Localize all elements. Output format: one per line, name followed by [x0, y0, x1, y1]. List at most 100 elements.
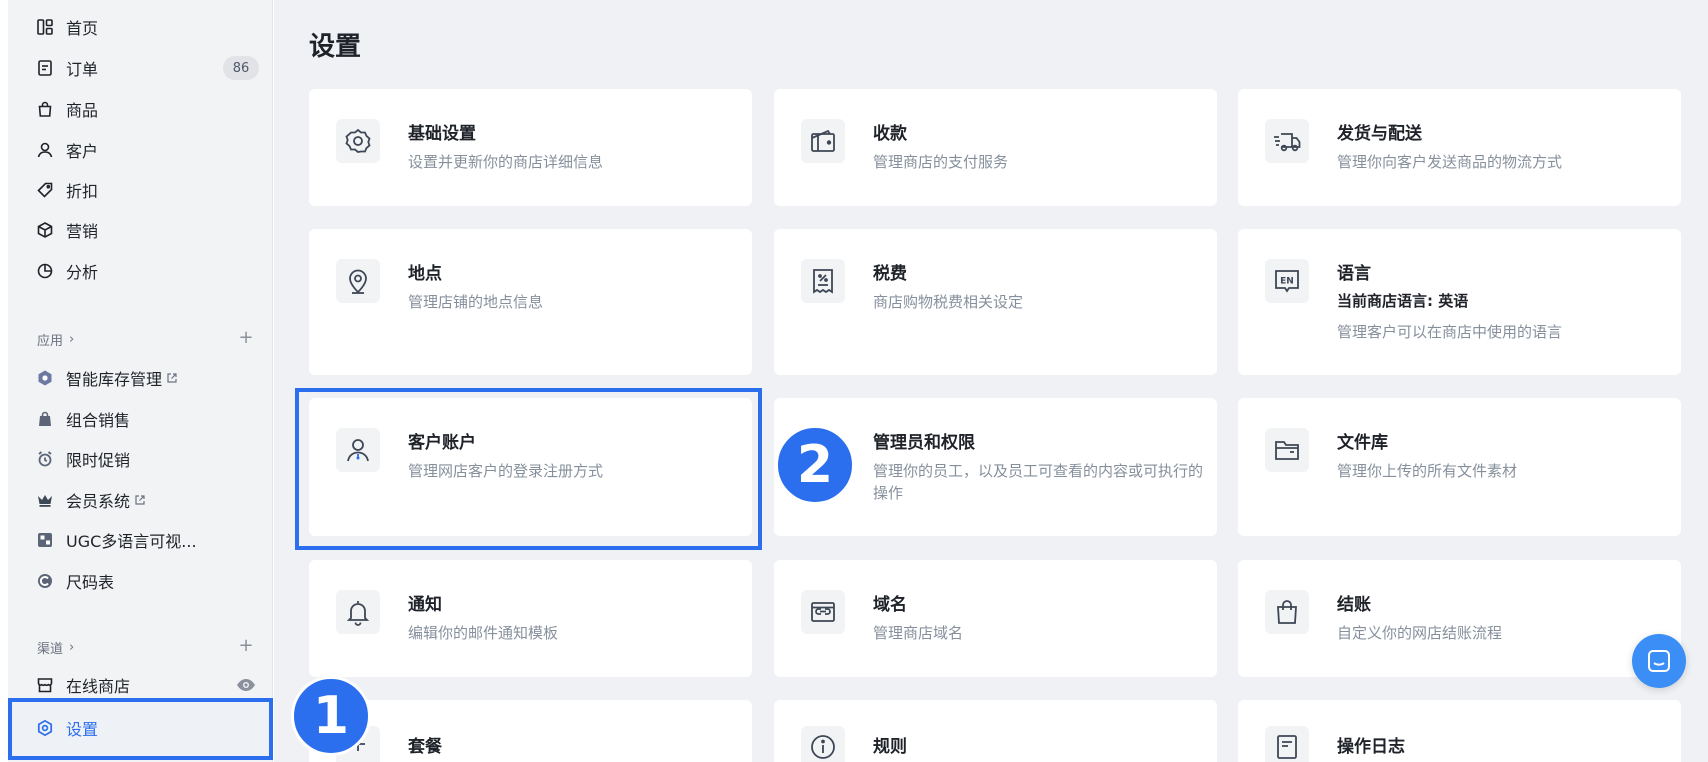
sidebar-item-label: 尺码表: [66, 573, 115, 592]
card-title: 域名: [873, 595, 907, 615]
receipt-percent-icon: [801, 259, 845, 303]
sidebar-item-online-store[interactable]: 在线商店: [36, 669, 130, 701]
card-title: 收款: [873, 124, 907, 144]
gear-icon: [336, 119, 380, 163]
settings-card-shipping[interactable]: 发货与配送 管理你向客户发送商品的物流方式: [1238, 89, 1681, 206]
sidebar-item-app-bundle[interactable]: 组合销售: [36, 403, 130, 435]
card-title: 管理员和权限: [873, 433, 975, 453]
settings-card-plan[interactable]: 套餐: [309, 700, 752, 762]
external-link-icon: [167, 373, 177, 383]
card-desc: 管理客户可以在商店中使用的语言: [1337, 323, 1563, 341]
order-icon: [36, 59, 54, 77]
card-desc: 自定义你的网店结账流程: [1337, 624, 1503, 642]
shopping-bag-icon: [1265, 590, 1309, 634]
sidebar-item-app-size-chart[interactable]: 尺码表: [36, 565, 114, 597]
sidebar-item-app-ugc[interactable]: UGC多语言可视...: [36, 524, 197, 556]
card-desc: 管理商店的支付服务: [873, 153, 1009, 171]
settings-card-notifications[interactable]: 通知 编辑你的邮件通知模板: [309, 560, 752, 677]
settings-card-domains[interactable]: 域名 管理商店域名: [774, 560, 1217, 677]
card-desc: 管理你的员工，以及员工可查看的内容或可执行的操作: [873, 462, 1204, 502]
crown-icon: [36, 491, 54, 509]
sidebar-item-customers[interactable]: 客户: [36, 134, 98, 166]
card-title: 操作日志: [1337, 737, 1405, 757]
channels-section-header[interactable]: 渠道 ›: [37, 638, 74, 657]
card-title: 套餐: [408, 737, 442, 757]
sidebar-item-orders[interactable]: 订单: [36, 52, 98, 84]
card-desc: 管理你向客户发送商品的物流方式: [1337, 153, 1563, 171]
settings-card-locations[interactable]: 地点 管理店铺的地点信息: [309, 229, 752, 375]
settings-card-basic[interactable]: 基础设置 设置并更新你的商店详细信息: [309, 89, 752, 206]
pie-chart-icon: [36, 262, 54, 280]
settings-card-activity-log[interactable]: 操作日志: [1238, 700, 1681, 762]
settings-gear-icon: [36, 719, 54, 737]
bag-icon: [36, 100, 54, 118]
highlight-customer-accounts: [295, 388, 762, 550]
sidebar-item-label: 设置: [66, 720, 99, 739]
sidebar-item-discounts[interactable]: 折扣: [36, 174, 98, 206]
add-app-button[interactable]: +: [238, 329, 254, 347]
apps-section-label: 应用: [37, 334, 64, 349]
sidebar-item-app-inventory[interactable]: 智能库存管理: [36, 362, 178, 394]
current-language-text: 当前商店语言: 英语: [1337, 292, 1469, 310]
sidebar-item-label: 智能库存管理: [66, 370, 163, 389]
sidebar-item-label: 折扣: [66, 182, 99, 201]
settings-card-languages[interactable]: EN 语言 当前商店语言: 英语 管理客户可以在商店中使用的语言: [1238, 229, 1681, 375]
folder-icon: [1265, 428, 1309, 472]
card-title: 基础设置: [408, 124, 476, 144]
card-title: 税费: [873, 264, 907, 284]
sidebar-item-app-flash-sale[interactable]: 限时促销: [36, 443, 130, 475]
apps-section-header[interactable]: 应用 ›: [37, 330, 74, 349]
sidebar-item-marketing[interactable]: 营销: [36, 214, 98, 246]
bag-fill-icon: [36, 410, 54, 428]
dashboard-icon: [36, 18, 54, 36]
card-title: 规则: [873, 737, 907, 757]
alarm-clock-icon: [36, 450, 54, 468]
eye-icon[interactable]: [236, 678, 256, 692]
sidebar-item-settings-highlight[interactable]: 设置: [8, 698, 273, 760]
card-desc: 管理你上传的所有文件素材: [1337, 462, 1518, 480]
sidebar-item-label: 首页: [66, 19, 99, 38]
log-icon: [1265, 726, 1309, 762]
card-title: 发货与配送: [1337, 124, 1422, 144]
truck-icon: [1265, 119, 1309, 163]
sidebar-item-settings[interactable]: 设置: [36, 716, 98, 740]
settings-card-payments[interactable]: 收款 管理商店的支付服务: [774, 89, 1217, 206]
sidebar-item-label: 组合销售: [66, 411, 131, 430]
sidebar-item-label: 限时促销: [66, 451, 131, 470]
step-marker-1: 1: [291, 676, 371, 756]
sidebar-item-label: 营销: [66, 222, 99, 241]
chevron-right-icon: ›: [69, 640, 75, 655]
chevron-right-icon: ›: [69, 332, 75, 347]
settings-card-checkout[interactable]: 结账 自定义你的网店结账流程: [1238, 560, 1681, 677]
tag-icon: [36, 181, 54, 199]
sidebar: 首页 订单 86 商品 客户 折扣 营销 分析 应用 › + 智能库存管理 组合…: [8, 0, 273, 762]
bell-icon: [336, 590, 380, 634]
settings-card-rules[interactable]: 规则: [774, 700, 1217, 762]
store-icon: [36, 676, 54, 694]
wallet-icon: [801, 119, 845, 163]
channels-section-label: 渠道: [37, 642, 64, 657]
chat-support-button[interactable]: [1632, 634, 1686, 688]
settings-card-taxes[interactable]: 税费 商店购物税费相关设定: [774, 229, 1217, 375]
location-pin-icon: [336, 259, 380, 303]
sidebar-item-label: 商品: [66, 101, 99, 120]
ruler-c-icon: [36, 572, 54, 590]
sidebar-item-label: 在线商店: [66, 677, 131, 696]
card-desc: 编辑你的邮件通知模板: [408, 624, 559, 642]
sidebar-item-app-membership[interactable]: 会员系统: [36, 484, 146, 516]
domain-link-icon: [801, 590, 845, 634]
card-title: 地点: [408, 264, 442, 284]
gallery-icon: [36, 531, 54, 549]
sidebar-item-analytics[interactable]: 分析: [36, 255, 98, 287]
external-link-icon: [135, 495, 145, 505]
settings-card-files[interactable]: 文件库 管理你上传的所有文件素材: [1238, 398, 1681, 536]
add-channel-button[interactable]: +: [238, 637, 254, 655]
sidebar-item-label: 客户: [66, 142, 99, 161]
card-desc: 商店购物税费相关设定: [873, 293, 1024, 311]
hexagon-icon: [36, 369, 54, 387]
card-title: 通知: [408, 595, 442, 615]
sidebar-item-products[interactable]: 商品: [36, 93, 98, 125]
card-title: 文件库: [1337, 433, 1388, 453]
user-icon: [36, 141, 54, 159]
sidebar-item-home[interactable]: 首页: [36, 11, 98, 43]
